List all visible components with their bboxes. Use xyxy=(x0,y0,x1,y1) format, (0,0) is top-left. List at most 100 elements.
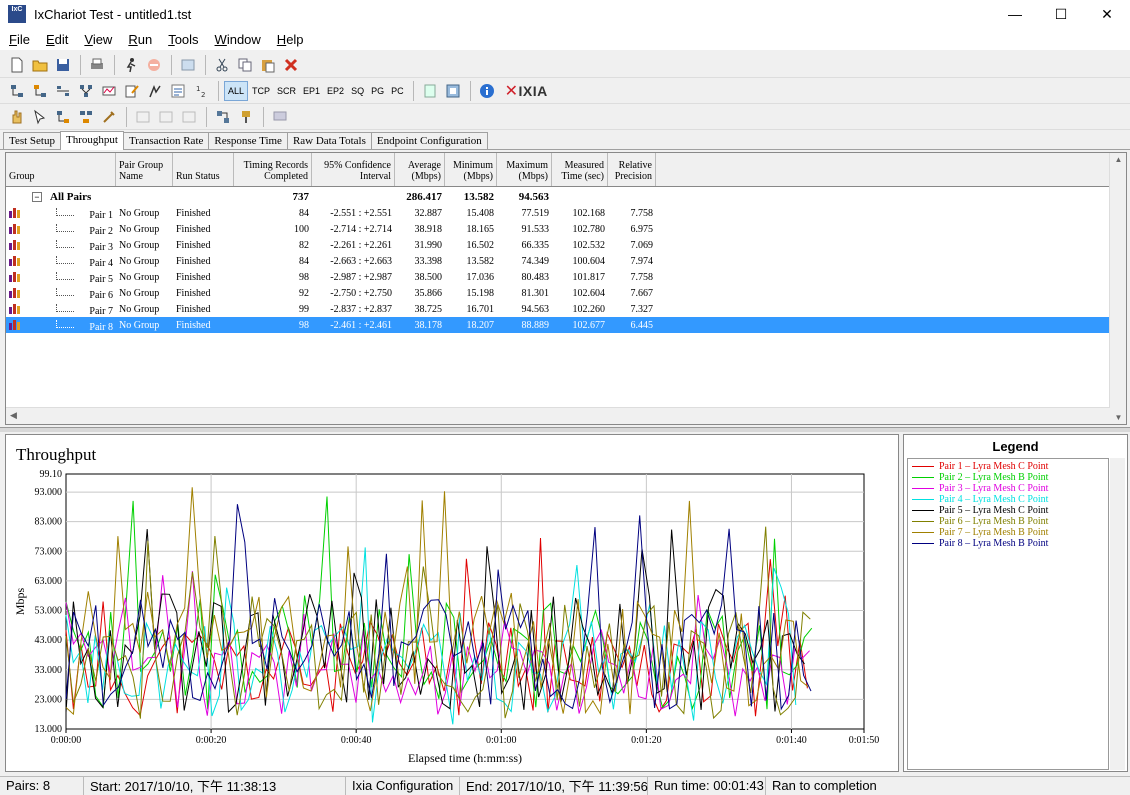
delete-icon[interactable] xyxy=(280,54,302,76)
legend-scrollbar[interactable] xyxy=(1110,458,1125,770)
scroll-down-icon[interactable]: ▼ xyxy=(1110,413,1126,422)
grid-horizontal-scrollbar[interactable]: ◀ xyxy=(6,407,1110,424)
col-run-status[interactable]: Run Status xyxy=(173,153,234,186)
cut-icon[interactable] xyxy=(211,54,233,76)
filter-ep2-button[interactable]: EP2 xyxy=(324,81,347,101)
grid-vertical-scrollbar[interactable]: ▲ ▼ xyxy=(1109,153,1126,424)
paste-icon[interactable] xyxy=(257,54,279,76)
filter-pc-button[interactable]: PC xyxy=(388,81,407,101)
y-tick-label: 63.000 xyxy=(35,576,63,587)
cell-avg: 38.500 xyxy=(414,271,443,283)
filter-all-button[interactable]: ALL xyxy=(224,80,249,101)
edit-pair-icon[interactable] xyxy=(52,80,74,102)
edit-script-icon[interactable] xyxy=(121,80,143,102)
monitor-icon[interactable] xyxy=(269,106,291,128)
cell-prec: 7.667 xyxy=(630,287,654,299)
export-icon[interactable] xyxy=(442,80,464,102)
col-measured-time[interactable]: Measured Time (sec) xyxy=(552,153,608,186)
minimize-button[interactable]: — xyxy=(992,0,1038,28)
cell-group: No Group xyxy=(119,239,160,251)
cell-min: 16.502 xyxy=(466,239,495,251)
table-row[interactable]: Pair 4 No Group Finished 84 -2.663 : +2.663 3… xyxy=(6,253,1110,269)
menu-run[interactable]: Run xyxy=(119,32,159,47)
add-pair-icon[interactable] xyxy=(6,80,28,102)
ungroup-icon[interactable] xyxy=(75,106,97,128)
tab-response-time[interactable]: Response Time xyxy=(208,132,288,149)
tab-endpoint-configuration[interactable]: Endpoint Configuration xyxy=(370,132,488,149)
disabled-1-icon xyxy=(132,106,154,128)
menu-help[interactable]: Help xyxy=(268,32,311,47)
tab-raw-data-totals[interactable]: Raw Data Totals xyxy=(286,132,372,149)
col-timing-records[interactable]: Timing Records Completed xyxy=(234,153,312,186)
report-icon[interactable] xyxy=(419,80,441,102)
menu-window[interactable]: Window xyxy=(206,32,268,47)
grid-header: Group Pair Group Name Run Status Timing R… xyxy=(6,153,1110,187)
table-row[interactable]: Pair 6 No Group Finished 92 -2.750 : +2.750 3… xyxy=(6,285,1110,301)
flag-icon[interactable] xyxy=(235,106,257,128)
filter-scr-button[interactable]: SCR xyxy=(274,81,299,101)
table-row[interactable]: Pair 1 No Group Finished 84 -2.551 : +2.551 3… xyxy=(6,205,1110,221)
sort-icon[interactable]: 12 xyxy=(190,80,212,102)
cell-ci: -2.750 : +2.750 xyxy=(330,287,392,299)
scroll-up-icon[interactable]: ▲ xyxy=(1110,155,1126,164)
tab-transaction-rate[interactable]: Transaction Rate xyxy=(122,132,210,149)
legend-label: Pair 5 – Lyra Mesh C Point xyxy=(939,505,1049,516)
copy-icon[interactable] xyxy=(234,54,256,76)
open-folder-icon[interactable] xyxy=(29,54,51,76)
legend-swatch xyxy=(912,477,934,478)
menu-view[interactable]: View xyxy=(75,32,119,47)
add-multicast-icon[interactable] xyxy=(29,80,51,102)
col-pair-group-name[interactable]: Pair Group Name xyxy=(116,153,173,186)
maximize-button[interactable]: ☐ xyxy=(1038,0,1084,28)
new-file-icon[interactable] xyxy=(6,54,28,76)
close-button[interactable]: ✕ xyxy=(1084,0,1130,28)
menu-tools[interactable]: Tools xyxy=(159,32,205,47)
save-icon[interactable] xyxy=(52,54,74,76)
cell-group: No Group xyxy=(119,223,160,235)
col-maximum[interactable]: Maximum (Mbps) xyxy=(497,153,552,186)
filter-ep1-button[interactable]: EP1 xyxy=(300,81,323,101)
tab-test-setup[interactable]: Test Setup xyxy=(3,132,61,149)
table-row[interactable]: Pair 8 No Group Finished 98 -2.461 : +2.461 3… xyxy=(6,317,1110,333)
legend-title: Legend xyxy=(992,439,1039,454)
hand-icon[interactable] xyxy=(6,106,28,128)
endpoint-icon[interactable] xyxy=(144,80,166,102)
run-icon[interactable] xyxy=(120,54,142,76)
group-icon[interactable] xyxy=(52,106,74,128)
table-row[interactable]: Pair 2 No Group Finished 100 -2.714 : +2.714… xyxy=(6,221,1110,237)
throughput-icon[interactable] xyxy=(98,80,120,102)
filter-sq-button[interactable]: SQ xyxy=(348,81,367,101)
col-confidence-interval[interactable]: 95% Confidence Interval xyxy=(312,153,395,186)
cell-records: 92 xyxy=(299,287,309,299)
options-icon[interactable] xyxy=(167,80,189,102)
table-row[interactable]: Pair 5 No Group Finished 98 -2.987 : +2.987 3… xyxy=(6,269,1110,285)
network-icon[interactable] xyxy=(75,80,97,102)
pair-toolbar xyxy=(0,104,1130,130)
table-row-total[interactable]: − All Pairs 737 286.417 13.582 94.563 xyxy=(6,189,1110,205)
stop-icon[interactable] xyxy=(143,54,165,76)
table-row[interactable]: Pair 3 No Group Finished 82 -2.261 : +2.261 3… xyxy=(6,237,1110,253)
menu-edit[interactable]: Edit xyxy=(37,32,75,47)
filter-pg-button[interactable]: PG xyxy=(368,81,387,101)
filter-tcp-button[interactable]: TCP xyxy=(249,81,273,101)
pane-splitter[interactable] xyxy=(0,427,1130,432)
cell-prec: 7.069 xyxy=(630,239,654,251)
tools-icon[interactable] xyxy=(98,106,120,128)
col-relative-precision[interactable]: Relative Precision xyxy=(608,153,656,186)
layout-icon[interactable] xyxy=(212,106,234,128)
table-row[interactable]: Pair 7 No Group Finished 99 -2.837 : +2.837 3… xyxy=(6,301,1110,317)
cell-ci: -2.551 : +2.551 xyxy=(330,207,392,219)
col-group[interactable]: Group xyxy=(6,153,116,186)
print-icon[interactable] xyxy=(86,54,108,76)
window-icon[interactable] xyxy=(177,54,199,76)
y-tick-label: 83.000 xyxy=(35,517,63,528)
menu-file[interactable]: File xyxy=(0,32,37,47)
collapse-icon[interactable]: − xyxy=(32,192,42,202)
tab-throughput[interactable]: Throughput xyxy=(59,131,124,150)
col-average[interactable]: Average (Mbps) xyxy=(395,153,445,186)
info-icon[interactable] xyxy=(476,80,498,102)
scroll-left-icon[interactable]: ◀ xyxy=(10,410,17,421)
col-minimum[interactable]: Minimum (Mbps) xyxy=(445,153,497,186)
pointer-icon[interactable] xyxy=(29,106,51,128)
cell-records: 99 xyxy=(299,303,309,315)
